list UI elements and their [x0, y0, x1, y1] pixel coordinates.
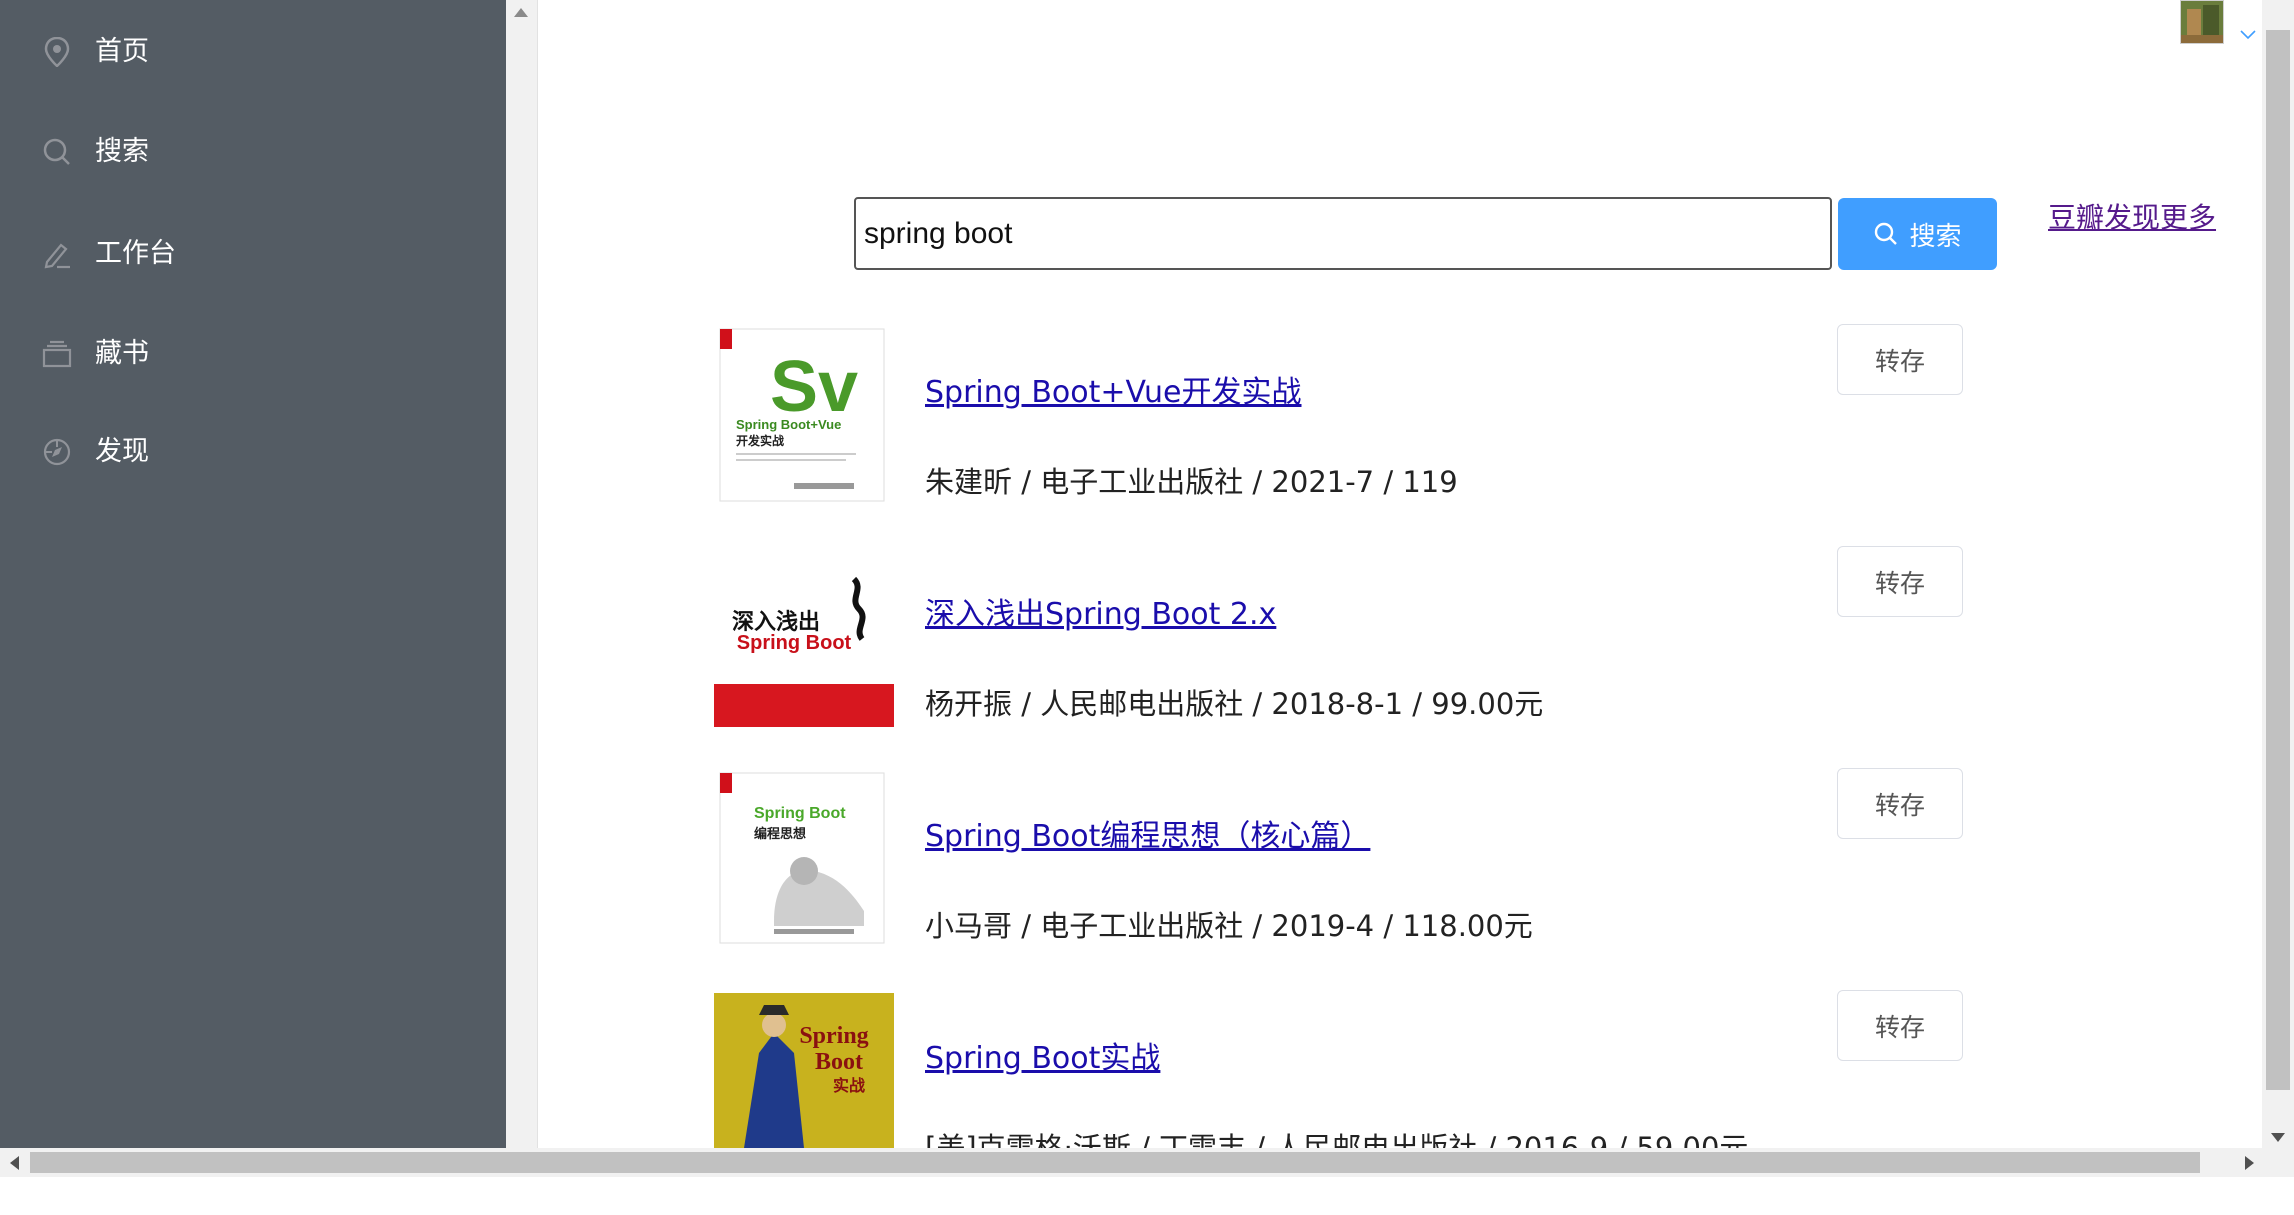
svg-text:Spring Boot+Vue: Spring Boot+Vue	[736, 417, 841, 432]
sidebar-item-label: 搜索	[95, 136, 149, 167]
scrollbar-thumb[interactable]	[2266, 30, 2290, 1090]
svg-text:实战: 实战	[833, 1076, 865, 1095]
svg-text:Spring: Spring	[799, 1023, 868, 1049]
svg-text:Spring Boot: Spring Boot	[754, 805, 846, 822]
sidebar-item-search[interactable]: 搜索	[0, 112, 506, 192]
scroll-right-arrow-icon[interactable]	[2245, 1156, 2254, 1170]
sidebar-item-label: 藏书	[95, 338, 149, 369]
sidebar-item-collection[interactable]: 藏书	[0, 314, 506, 394]
book-meta: 杨开振 / 人民邮电出版社 / 2018-8-1 / 99.00元	[925, 687, 1544, 721]
search-button[interactable]: 搜索	[1838, 198, 1997, 270]
douban-discover-link[interactable]: 豆瓣发现更多	[2048, 196, 2216, 236]
sidebar-item-home[interactable]: 首页	[0, 12, 506, 92]
edit-icon	[40, 237, 74, 271]
sidebar-item-discover[interactable]: 发现	[0, 412, 506, 492]
list-item: Spring Boot 编程思想 Spring Boot编程思想（核心篇） 小马…	[714, 768, 2014, 993]
book-title-link[interactable]: Spring Boot实战	[925, 1033, 1160, 1077]
save-button[interactable]: 转存	[1837, 768, 1963, 839]
location-pin-icon	[40, 35, 74, 69]
book-title-link[interactable]: Spring Boot+Vue开发实战	[925, 367, 1302, 411]
save-button[interactable]: 转存	[1837, 324, 1963, 395]
book-cover[interactable]: 深入浅出 Spring Boot	[714, 549, 894, 727]
book-cover[interactable]: Sv Spring Boot+Vue 开发实战	[714, 327, 894, 505]
sidebar-item-workbench[interactable]: 工作台	[0, 214, 506, 294]
list-item: Spring Boot 实战 Spring Boot实战 [美]克雷格·沃斯 /…	[714, 990, 2014, 1215]
svg-text:Spring Boot: Spring Boot	[737, 632, 852, 654]
list-item: Sv Spring Boot+Vue 开发实战 Spring Boot+Vue开…	[714, 324, 2014, 549]
save-button[interactable]: 转存	[1837, 546, 1963, 617]
avatar[interactable]	[2180, 0, 2224, 44]
svg-text:Boot: Boot	[815, 1049, 863, 1075]
scroll-left-arrow-icon[interactable]	[10, 1156, 19, 1170]
save-button[interactable]: 转存	[1837, 990, 1963, 1061]
chevron-down-icon[interactable]	[2240, 26, 2256, 44]
sidebar-item-label: 首页	[95, 36, 149, 67]
sidebar: 首页 搜索 工作台 藏书 发现	[0, 0, 506, 1148]
book-meta: 朱建昕 / 电子工业出版社 / 2021-7 / 119	[925, 465, 1458, 499]
box-icon	[40, 337, 74, 371]
scroll-up-arrow-icon[interactable]	[514, 8, 528, 17]
book-cover[interactable]: Spring Boot 实战	[714, 993, 894, 1148]
scroll-down-arrow-icon[interactable]	[2271, 1133, 2285, 1142]
search-icon	[40, 135, 74, 169]
sidebar-item-label: 发现	[95, 436, 149, 467]
horizontal-scrollbar[interactable]	[0, 1148, 2294, 1177]
search-input[interactable]	[854, 197, 1832, 270]
scrollbar-thumb[interactable]	[30, 1152, 2200, 1173]
search-icon	[1875, 222, 1898, 245]
svg-text:Sv: Sv	[770, 347, 858, 427]
compass-icon	[40, 435, 74, 469]
sidebar-item-label: 工作台	[95, 238, 176, 269]
svg-text:编程思想: 编程思想	[754, 826, 806, 842]
list-item: 深入浅出 Spring Boot 深入浅出Spring Boot 2.x 杨开振…	[714, 546, 2014, 771]
book-title-link[interactable]: 深入浅出Spring Boot 2.x	[925, 589, 1276, 633]
book-title-link[interactable]: Spring Boot编程思想（核心篇）	[925, 811, 1370, 855]
book-meta: 小马哥 / 电子工业出版社 / 2019-4 / 118.00元	[925, 909, 1533, 943]
content-scrollbar[interactable]	[506, 0, 538, 1148]
book-cover[interactable]: Spring Boot 编程思想	[714, 771, 894, 949]
svg-text:开发实战: 开发实战	[736, 433, 784, 448]
search-button-label: 搜索	[1909, 220, 1962, 251]
vertical-scrollbar[interactable]	[2262, 0, 2294, 1148]
